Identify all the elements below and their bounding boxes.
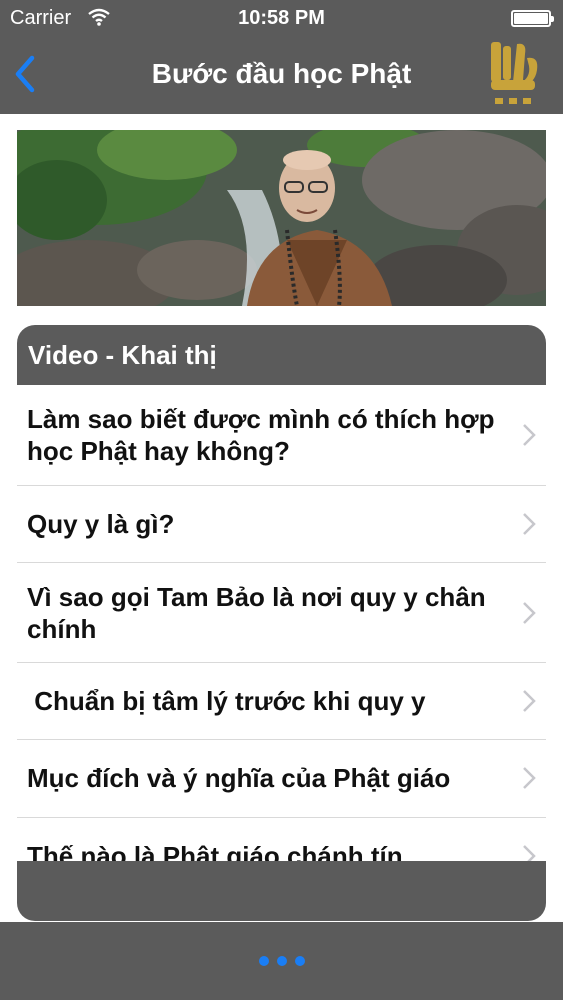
list-item-label: Mục đích và ý nghĩa của Phật giáo [27, 763, 451, 793]
chevron-right-icon [523, 424, 536, 446]
list-item[interactable]: Vì sao gọi Tam Bảo là nơi quy y chân chí… [17, 563, 546, 663]
list-item[interactable]: Mục đích và ý nghĩa của Phật giáo [17, 740, 546, 818]
section-header: Video - Khai thị [17, 325, 546, 385]
video-list[interactable]: Làm sao biết được mình có thích hợp học … [17, 385, 546, 861]
chevron-right-icon [523, 690, 536, 712]
navigation-bar: Bước đầu học Phật [0, 36, 563, 114]
list-item-label: Vì sao gọi Tam Bảo là nơi quy y chân chí… [27, 582, 486, 644]
list-item[interactable]: Chuẩn bị tâm lý trước khi quy y [17, 663, 546, 740]
bottom-bar [0, 922, 563, 1000]
chevron-right-icon [523, 767, 536, 789]
list-item[interactable]: Thế nào là Phật giáo chánh tín [17, 818, 546, 861]
logo-icon[interactable] [487, 40, 543, 110]
battery-icon [511, 10, 554, 27]
section-footer [17, 861, 546, 921]
monk-photo [17, 130, 546, 306]
more-dots-icon[interactable] [258, 955, 306, 967]
chevron-right-icon [523, 845, 536, 861]
list-item-label: Làm sao biết được mình có thích hợp học … [27, 404, 495, 466]
chevron-right-icon [523, 513, 536, 535]
page-title: Bước đầu học Phật [151, 58, 412, 89]
list-item-label: Chuẩn bị tâm lý trước khi quy y [27, 686, 426, 716]
list-item[interactable]: Làm sao biết được mình có thích hợp học … [17, 385, 546, 486]
status-time: 10:58 PM [238, 7, 325, 29]
list-item-label: Quy y là gì? [27, 509, 175, 539]
list-item[interactable]: Quy y là gì? [17, 486, 546, 563]
list-item-label: Thế nào là Phật giáo chánh tín [27, 841, 403, 861]
video-section: Video - Khai thị Làm sao biết được mình … [17, 325, 546, 921]
status-bar: Carrier 10:58 PM [0, 0, 563, 36]
chevron-right-icon [523, 602, 536, 624]
monk-photo-icon [17, 130, 546, 306]
